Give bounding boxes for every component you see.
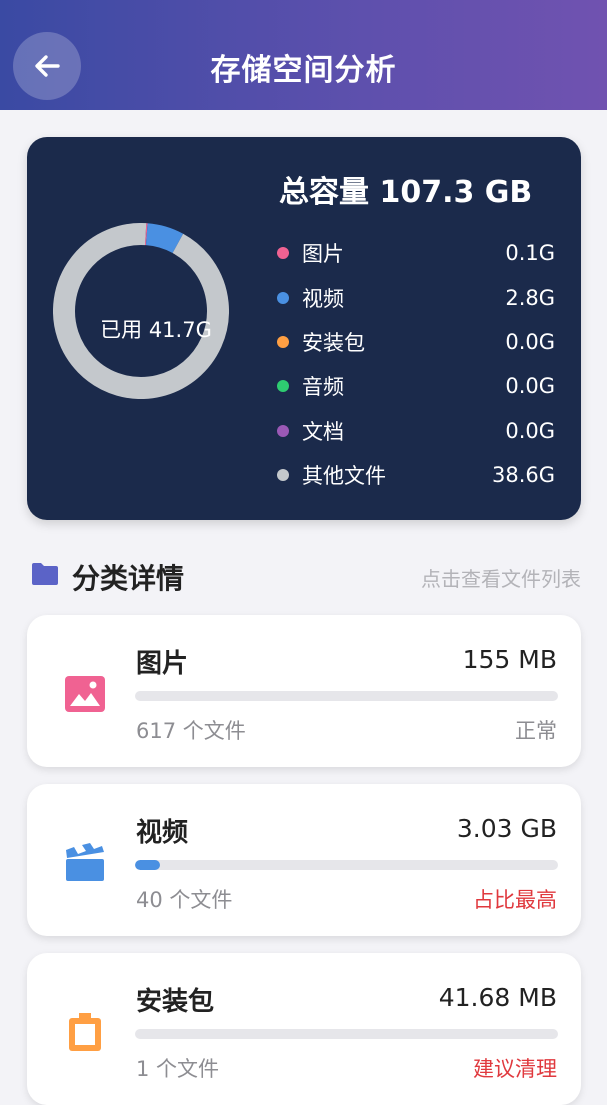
category-card-images[interactable]: 图片 155 MB 617 个文件 正常 bbox=[27, 615, 581, 767]
legend-item: 音频 0.0G bbox=[277, 364, 555, 408]
video-clapper-icon bbox=[64, 842, 106, 884]
category-card-videos[interactable]: 视频 3.03 GB 40 个文件 占比最高 bbox=[27, 784, 581, 936]
legend-item: 安装包 0.0G bbox=[277, 320, 555, 364]
category-usage-bar bbox=[135, 860, 558, 870]
legend-name: 图片 bbox=[302, 238, 505, 268]
category-status: 建议清理 bbox=[473, 1053, 557, 1083]
legend-dot bbox=[277, 425, 289, 437]
legend-item: 其他文件 38.6G bbox=[277, 453, 555, 497]
header-bar: 存储空间分析 bbox=[0, 0, 607, 110]
legend-dot bbox=[277, 247, 289, 259]
legend-value: 2.8G bbox=[505, 286, 555, 310]
legend-name: 音频 bbox=[302, 371, 505, 401]
legend-name: 视频 bbox=[302, 283, 505, 313]
category-name: 图片 bbox=[136, 643, 188, 680]
legend-item: 文档 0.0G bbox=[277, 409, 555, 453]
category-section-header: 分类详情 点击查看文件列表 bbox=[28, 557, 581, 593]
category-name: 安装包 bbox=[136, 981, 214, 1018]
legend-item: 视频 2.8G bbox=[277, 275, 555, 319]
category-usage-bar bbox=[135, 691, 558, 701]
storage-donut-chart bbox=[53, 223, 229, 399]
image-icon bbox=[64, 673, 106, 715]
legend-value: 38.6G bbox=[492, 463, 555, 487]
package-icon bbox=[64, 1011, 106, 1053]
donut-slice-其他文件 bbox=[64, 234, 218, 388]
legend-dot bbox=[277, 469, 289, 481]
storage-legend: 图片 0.1G 视频 2.8G 安装包 0.0G 音频 0.0G 文档 0.0G… bbox=[277, 231, 555, 497]
legend-value: 0.0G bbox=[505, 419, 555, 443]
legend-dot bbox=[277, 336, 289, 348]
legend-dot bbox=[277, 380, 289, 392]
category-usage-fill bbox=[135, 860, 160, 870]
category-file-count: 40 个文件 bbox=[136, 884, 232, 914]
category-size: 155 MB bbox=[463, 645, 557, 674]
legend-name: 安装包 bbox=[302, 327, 505, 357]
legend-value: 0.0G bbox=[505, 374, 555, 398]
category-card-packages[interactable]: 安装包 41.68 MB 1 个文件 建议清理 bbox=[27, 953, 581, 1105]
category-size: 3.03 GB bbox=[457, 814, 557, 843]
category-size: 41.68 MB bbox=[439, 983, 557, 1012]
category-file-count: 617 个文件 bbox=[136, 715, 246, 745]
category-status: 占比最高 bbox=[473, 884, 557, 914]
total-capacity: 总容量 107.3 GB bbox=[279, 167, 532, 211]
category-status: 正常 bbox=[515, 715, 557, 745]
storage-summary-card: 已用 41.7G 总容量 107.3 GB 图片 0.1G 视频 2.8G 安装… bbox=[27, 137, 581, 520]
legend-name: 文档 bbox=[302, 416, 505, 446]
category-usage-bar bbox=[135, 1029, 558, 1039]
legend-dot bbox=[277, 292, 289, 304]
legend-value: 0.1G bbox=[505, 241, 555, 265]
legend-item: 图片 0.1G bbox=[277, 231, 555, 275]
legend-name: 其他文件 bbox=[302, 460, 492, 490]
section-hint: 点击查看文件列表 bbox=[421, 563, 581, 592]
legend-value: 0.0G bbox=[505, 330, 555, 354]
donut-slice-视频 bbox=[147, 234, 178, 243]
page-title: 存储空间分析 bbox=[0, 45, 607, 89]
section-title: 分类详情 bbox=[72, 557, 184, 597]
category-file-count: 1 个文件 bbox=[136, 1053, 219, 1083]
category-name: 视频 bbox=[136, 812, 188, 849]
folder-icon bbox=[30, 562, 60, 586]
used-storage-label: 已用 41.7G bbox=[78, 314, 234, 344]
